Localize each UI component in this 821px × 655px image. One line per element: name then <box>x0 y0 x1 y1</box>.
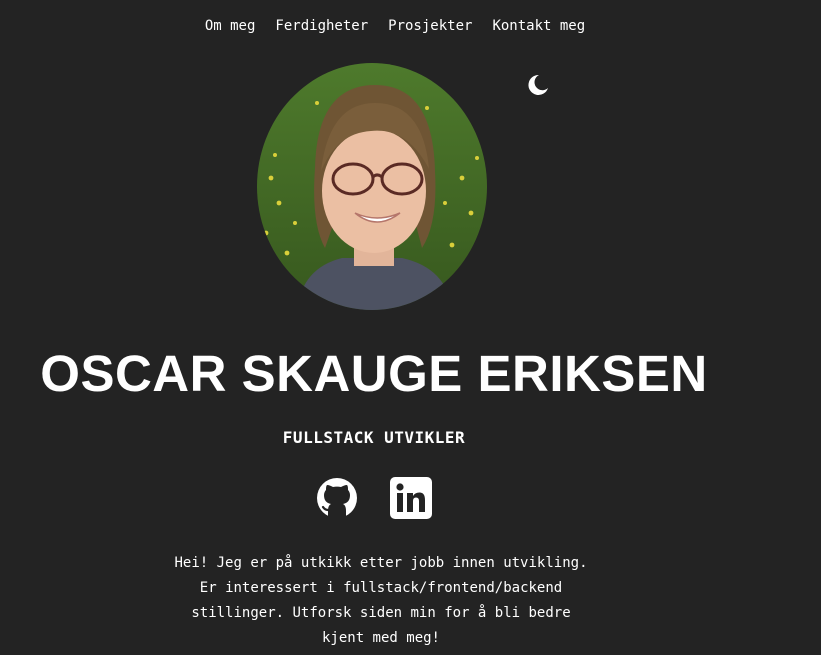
profile-photo <box>257 63 487 310</box>
bio-line: kjent med meg! <box>321 630 440 646</box>
nav-item-prosjekter[interactable]: Prosjekter <box>388 18 472 34</box>
github-icon <box>317 478 357 518</box>
profile-role: FULLSTACK UTVIKLER <box>282 428 466 447</box>
bio-line: Hei! Jeg er på utkikk etter jobb innen u… <box>174 555 588 571</box>
bio-text: Hei! Jeg er på utkikk etter jobb innen u… <box>0 551 762 651</box>
nav-item-om-meg[interactable]: Om meg <box>205 18 256 34</box>
nav-item-kontakt-meg[interactable]: Kontakt meg <box>492 18 585 34</box>
nav-item-ferdigheter[interactable]: Ferdigheter <box>275 18 368 34</box>
top-nav: Om meg Ferdigheter Prosjekter Kontakt me… <box>0 18 790 34</box>
bio-line: Er interessert i fullstack/frontend/back… <box>199 580 563 596</box>
github-link[interactable] <box>316 477 358 519</box>
theme-toggle-button[interactable] <box>524 72 550 98</box>
linkedin-icon <box>390 477 432 519</box>
moon-icon <box>528 74 548 95</box>
linkedin-link[interactable] <box>390 477 432 519</box>
social-links <box>316 477 432 519</box>
profile-name: OSCAR SKAUGE ERIKSEN <box>40 345 708 402</box>
bio-line: stillinger. Utforsk siden min for å bli … <box>191 605 571 621</box>
